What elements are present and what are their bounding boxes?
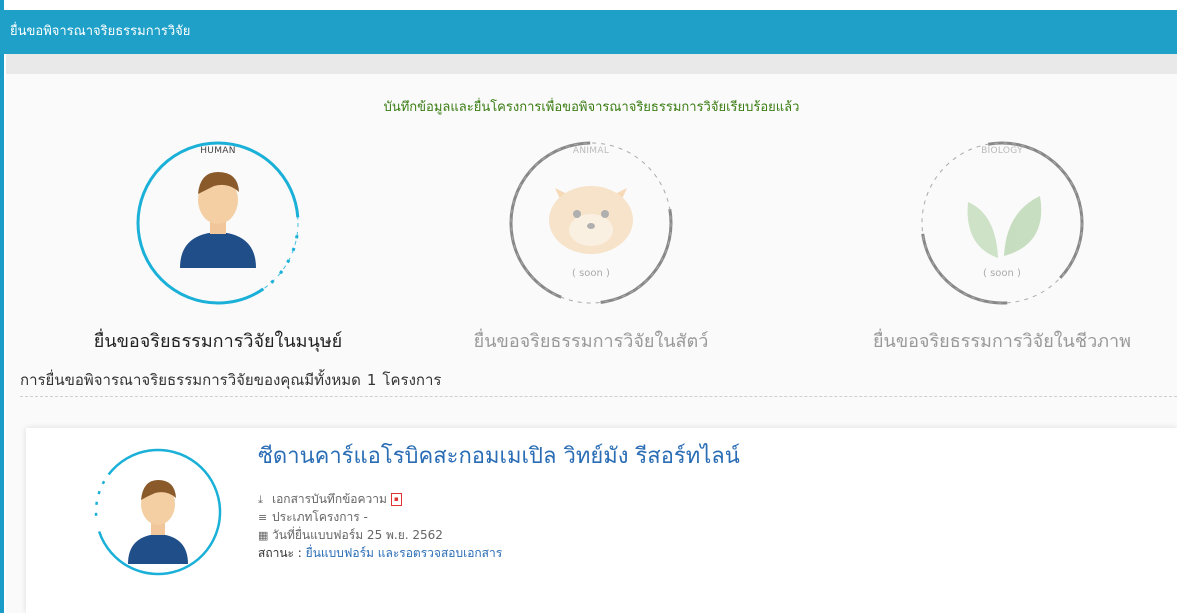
project-summary: การยื่นขอพิจารณาจริยธรรมการวิจัยของคุณมี… xyxy=(20,368,441,392)
option-category: ANIMAL xyxy=(572,146,610,156)
page-header: ยื่นขอพิจารณาจริยธรรมการวิจัย xyxy=(0,10,1177,54)
project-card[interactable]: ซีดานคาร์แอโรบิคสะกอมเมเปิล วิทย์มัง รีส… xyxy=(26,428,1177,613)
project-type-row: ≡ ประเภทโครงการ - xyxy=(258,508,368,527)
option-label: ยื่นขอจริยธรรมการวิจัยในสัตว์ xyxy=(473,331,709,352)
option-label: ยื่นขอจริยธรรมการวิจัยในชีวภาพ xyxy=(872,331,1132,352)
project-title[interactable]: ซีดานคาร์แอโรบิคสะกอมเมเปิล วิทย์มัง รีส… xyxy=(258,438,740,473)
option-animal: ANIMAL ( soon ) ยื่นขอจริยธรรมการวิจัยใน… xyxy=(441,128,741,352)
document-label: เอกสารบันทึกข้อความ xyxy=(272,492,387,506)
success-message: บันทึกข้อมูลและยื่นโครงการเพื่อขอพิจารณา… xyxy=(383,100,800,115)
status-label: สถานะ : xyxy=(258,546,302,560)
person-icon xyxy=(128,480,188,564)
project-type: ประเภทโครงการ - xyxy=(272,510,368,524)
option-human[interactable]: HUMAN ยื่นขอจริยธรรมการวิจัยในมนุษย์ xyxy=(68,128,368,352)
cat-icon xyxy=(549,186,633,254)
list-icon: ≡ xyxy=(258,511,268,524)
option-biology: BIOLOGY ( soon ) ยื่นขอจริยธรรมการวิจัยใ… xyxy=(852,128,1152,352)
animal-ring xyxy=(509,141,673,305)
document-link[interactable]: ⤓ เอกสารบันทึกข้อความ ▪ xyxy=(258,490,402,509)
download-icon: ⤓ xyxy=(258,493,263,506)
toolbar-strip xyxy=(6,54,1177,74)
option-category: HUMAN xyxy=(200,146,236,156)
person-icon xyxy=(180,172,256,268)
summary-count: 1 xyxy=(366,371,377,389)
human-ring xyxy=(136,141,300,305)
calendar-icon: ▦ xyxy=(258,529,269,542)
pdf-icon[interactable]: ▪ xyxy=(390,493,402,506)
page-title: ยื่นขอพิจารณาจริยธรรมการวิจัย xyxy=(10,24,191,39)
soon-label: ( soon ) xyxy=(572,268,610,279)
status-value: ยื่นแบบฟอร์ม และรอตรวจสอบเอกสาร xyxy=(305,546,503,560)
status-row: สถานะ : ยื่นแบบฟอร์ม และรอตรวจสอบเอกสาร xyxy=(258,544,502,563)
summary-suffix: โครงการ xyxy=(382,371,442,389)
soon-label: ( soon ) xyxy=(983,268,1021,279)
biology-ring xyxy=(920,141,1084,305)
submitted-date-row: ▦ วันที่ยื่นแบบฟอร์ม 25 พ.ย. 2562 xyxy=(258,526,443,545)
option-category: BIOLOGY xyxy=(981,146,1023,156)
option-label[interactable]: ยื่นขอจริยธรรมการวิจัยในมนุษย์ xyxy=(68,326,368,355)
divider xyxy=(20,396,1177,397)
summary-prefix: การยื่นขอพิจารณาจริยธรรมการวิจัยของคุณมี… xyxy=(20,371,361,389)
main-content: บันทึกข้อมูลและยื่นโครงการเพื่อขอพิจารณา… xyxy=(6,74,1177,613)
avatar xyxy=(94,448,222,576)
leaf-icon xyxy=(967,196,1042,258)
submitted-date: วันที่ยื่นแบบฟอร์ม 25 พ.ย. 2562 xyxy=(272,528,443,542)
